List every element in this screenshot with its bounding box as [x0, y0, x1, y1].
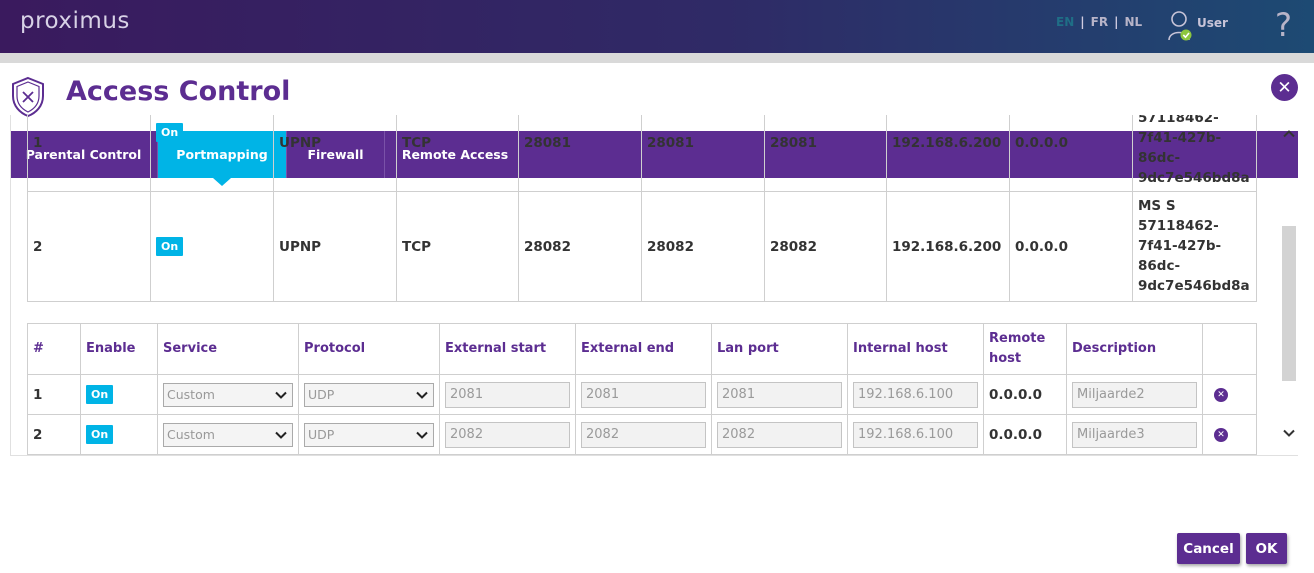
enable-toggle[interactable]: On [156, 123, 184, 142]
language-switcher: EN | FR | NL [1056, 15, 1142, 29]
external-end-field[interactable]: 2082 [581, 421, 706, 448]
divider [0, 53, 1314, 63]
external-end-cell: 28081 [641, 115, 765, 192]
scrollbar[interactable] [1280, 115, 1298, 456]
header-internal-host: Internal host [847, 323, 984, 375]
scroll-up-icon[interactable] [1282, 127, 1296, 145]
service-cell: UPNP [273, 191, 397, 302]
remote-host-cell: 0.0.0.0 [983, 414, 1067, 455]
lang-separator: | [1080, 15, 1085, 29]
scrollbar-thumb[interactable] [1282, 226, 1296, 381]
service-select[interactable]: Custom [163, 422, 293, 447]
header-remote-host: Remote host [983, 323, 1067, 375]
upnp-table: 1 On UPNP TCP 28081 28081 28081 192.168.… [27, 115, 1257, 302]
user-label[interactable]: User [1197, 16, 1228, 30]
cancel-button[interactable]: Cancel [1177, 533, 1240, 564]
protocol-select[interactable]: UDP [304, 382, 434, 407]
close-button[interactable]: ✕ [1271, 74, 1298, 101]
lan-port-cell: 28081 [764, 115, 887, 192]
external-start-field[interactable]: 2081 [445, 381, 570, 408]
top-bar: proximus EN | FR | NL User ? [0, 0, 1314, 53]
table-row: 2 On Custom UDP 2082 2082 2082 192.168.6… [27, 414, 1257, 455]
chevron-down-icon [275, 391, 287, 399]
description-field[interactable]: Miljaarde2 [1072, 381, 1197, 408]
remote-host-cell: 0.0.0.0 [1009, 115, 1133, 192]
ok-button[interactable]: OK [1246, 533, 1287, 564]
external-end-cell: 28082 [641, 191, 765, 302]
row-index: 2 [27, 414, 81, 455]
internal-host-field[interactable]: 192.168.6.100 [853, 421, 978, 448]
header-external-end: External end [575, 323, 712, 375]
custom-portmapping-table: # Enable Service Protocol External start… [27, 323, 1257, 455]
external-start-cell: 28081 [518, 115, 642, 192]
remote-host-cell: 0.0.0.0 [1009, 191, 1133, 302]
scroll-down-icon[interactable] [1282, 426, 1296, 444]
lan-port-cell: 28082 [764, 191, 887, 302]
help-icon[interactable]: ? [1275, 6, 1292, 44]
chevron-down-icon [416, 391, 428, 399]
lan-port-field[interactable]: 2082 [717, 421, 842, 448]
row-index: 2 [27, 191, 151, 302]
header-lan-port: Lan port [711, 323, 848, 375]
protocol-cell: TCP [396, 191, 519, 302]
protocol-select[interactable]: UDP [304, 422, 434, 447]
header-external-start: External start [439, 323, 576, 375]
header-service: Service [157, 323, 299, 375]
table-row: 1 On Custom UDP 2081 2081 2081 192.168.6… [27, 374, 1257, 415]
protocol-cell: TCP [396, 115, 519, 192]
enable-toggle[interactable]: On [86, 385, 114, 404]
service-select[interactable]: Custom [163, 382, 293, 407]
header-actions [1202, 323, 1257, 375]
row-index: 1 [27, 115, 151, 192]
header-description: Description [1066, 323, 1203, 375]
header-protocol: Protocol [298, 323, 440, 375]
description-cell: MS S 57118462- 7f41-427b- 86dc- 9dc7e546… [1132, 191, 1257, 302]
shield-icon [12, 76, 44, 118]
delete-icon[interactable]: ✕ [1214, 427, 1228, 442]
lang-separator: | [1114, 15, 1119, 29]
external-start-cell: 28082 [518, 191, 642, 302]
external-start-field[interactable]: 2082 [445, 421, 570, 448]
enable-toggle[interactable]: On [86, 425, 114, 444]
internal-host-cell: 192.168.6.200 [886, 115, 1010, 192]
chevron-down-icon [416, 431, 428, 439]
row-index: 1 [27, 374, 81, 415]
remote-host-cell: 0.0.0.0 [983, 374, 1067, 415]
header-index: # [27, 323, 81, 375]
lang-en[interactable]: EN [1056, 15, 1074, 29]
proximus-logo[interactable]: proximus [20, 8, 130, 34]
description-cell: 57118462- 7f41-427b- 86dc- 9dc7e546bd8a [1132, 115, 1257, 192]
lang-fr[interactable]: FR [1091, 15, 1108, 29]
user-icon[interactable] [1168, 10, 1194, 42]
internal-host-field[interactable]: 192.168.6.100 [853, 381, 978, 408]
portmapping-scroll-area[interactable]: 1 On UPNP TCP 28081 28081 28081 192.168.… [10, 115, 1298, 456]
table-row: 1 On UPNP TCP 28081 28081 28081 192.168.… [27, 115, 1257, 192]
header-enable: Enable [80, 323, 158, 375]
close-icon: ✕ [1277, 77, 1292, 98]
service-cell: UPNP [273, 115, 397, 192]
description-field[interactable]: Miljaarde3 [1072, 421, 1197, 448]
internal-host-cell: 192.168.6.200 [886, 191, 1010, 302]
external-end-field[interactable]: 2081 [581, 381, 706, 408]
enable-toggle[interactable]: On [156, 237, 184, 256]
delete-icon[interactable]: ✕ [1214, 387, 1228, 402]
lang-nl[interactable]: NL [1124, 15, 1142, 29]
chevron-down-icon [275, 431, 287, 439]
table-header-row: # Enable Service Protocol External start… [27, 323, 1257, 375]
lan-port-field[interactable]: 2081 [717, 381, 842, 408]
table-row: 2 On UPNP TCP 28082 28082 28082 192.168.… [27, 191, 1257, 302]
modal-title: Access Control [66, 76, 291, 107]
